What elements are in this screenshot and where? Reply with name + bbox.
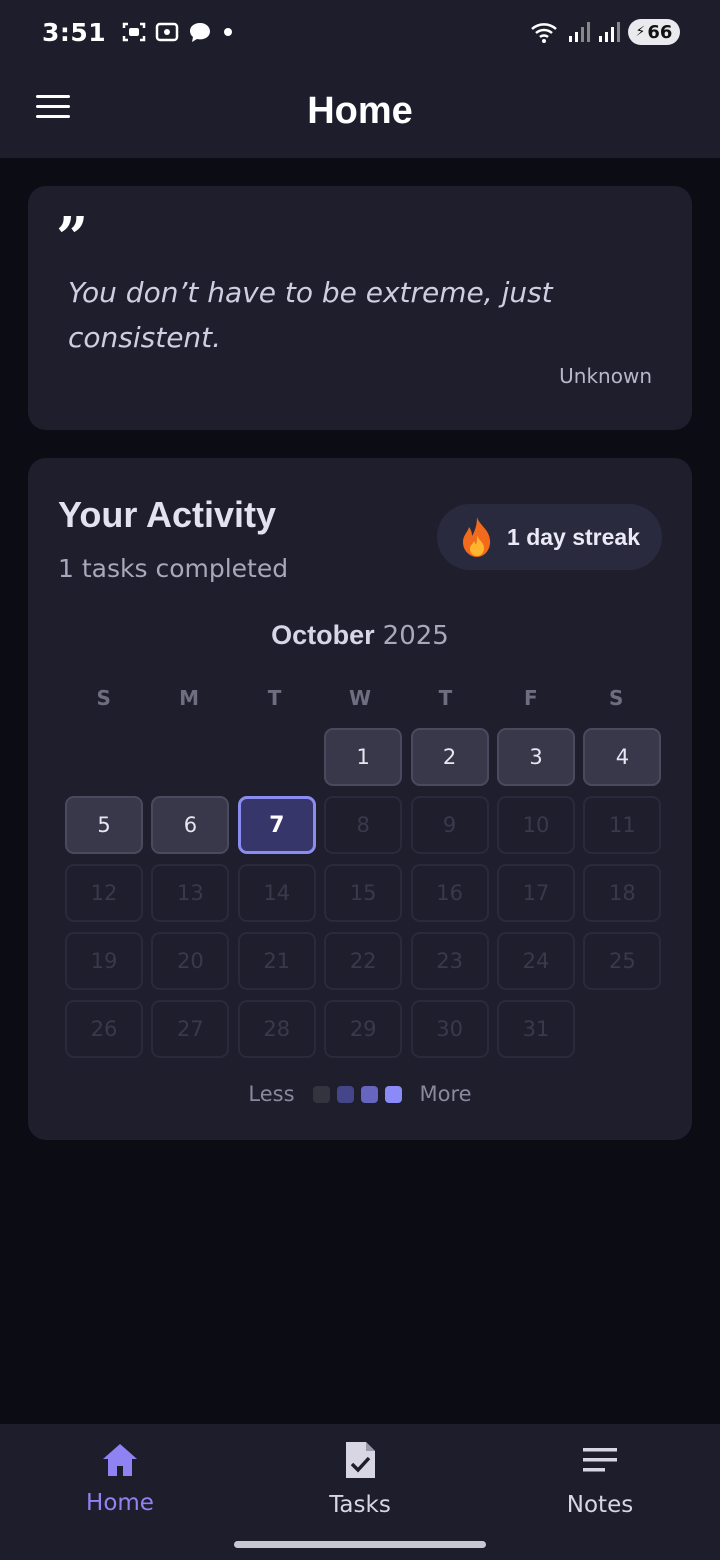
calendar-day[interactable]: 22 — [324, 932, 403, 990]
quote-author: Unknown — [559, 364, 652, 388]
calendar-day[interactable]: 24 — [497, 932, 575, 990]
activity-title: Your Activity — [58, 494, 277, 535]
month-name: October — [271, 620, 375, 650]
calendar-day[interactable]: 6 — [151, 796, 230, 854]
calendar-day[interactable]: 7 — [237, 796, 316, 854]
signal-icon-2 — [599, 22, 620, 42]
nav-tasks-label: Tasks — [329, 1492, 391, 1518]
battery-indicator: ⚡ 66 — [628, 19, 680, 45]
calendar-day[interactable]: 11 — [583, 796, 662, 854]
calendar-day[interactable]: 30 — [410, 1000, 489, 1058]
calendar-day[interactable]: 1 — [324, 728, 403, 786]
calendar-day[interactable]: 18 — [583, 864, 662, 922]
weekday-header: S M T W T F S — [61, 686, 659, 710]
page-title: Home — [307, 89, 413, 132]
calendar-day[interactable]: 28 — [237, 1000, 316, 1058]
calendar-day[interactable]: 27 — [151, 1000, 230, 1058]
calendar-day[interactable]: 3 — [497, 728, 575, 786]
weekday-label: S — [96, 686, 111, 710]
month-year: 2025 — [382, 621, 449, 651]
calendar-day[interactable]: 4 — [583, 728, 662, 786]
battery-level: 66 — [647, 21, 673, 43]
calendar-day[interactable]: 8 — [324, 796, 403, 854]
activity-card: Your Activity 1 tasks completed 1 day st… — [28, 458, 692, 1140]
gesture-bar — [234, 1541, 486, 1548]
legend-swatch — [360, 1085, 378, 1103]
activity-legend: Less More — [28, 1082, 692, 1106]
menu-icon[interactable] — [36, 95, 70, 121]
calendar-month: October 2025 — [28, 620, 692, 651]
calendar-day[interactable]: 13 — [151, 864, 230, 922]
calendar-day[interactable]: 16 — [410, 864, 489, 922]
notes-icon — [582, 1438, 618, 1482]
calendar-day[interactable]: 20 — [151, 932, 230, 990]
app-bar: Home — [0, 64, 720, 158]
nav-tasks[interactable]: Tasks — [240, 1424, 480, 1560]
screenshot-icon — [122, 22, 146, 42]
calendar-day[interactable]: 26 — [65, 1000, 143, 1058]
fire-icon — [463, 517, 491, 557]
calendar-day[interactable]: 2 — [410, 728, 489, 786]
quote-text: You don’t have to be extreme, just consi… — [68, 276, 553, 354]
legend-less: Less — [248, 1082, 295, 1106]
nav-notes[interactable]: Notes — [480, 1424, 720, 1560]
streak-badge: 1 day streak — [437, 504, 662, 570]
calendar-day[interactable]: 21 — [237, 932, 316, 990]
calendar-day[interactable]: 10 — [497, 796, 575, 854]
calendar-day[interactable]: 15 — [324, 864, 403, 922]
activity-subtitle: 1 tasks completed — [58, 554, 289, 583]
wifi-icon — [531, 23, 557, 43]
calendar-day[interactable]: 25 — [583, 932, 662, 990]
weekday-label: M — [179, 686, 200, 710]
weekday-label: T — [438, 686, 453, 710]
streak-label: 1 day streak — [507, 523, 640, 550]
calendar-day[interactable]: 23 — [410, 932, 489, 990]
calendar-day[interactable]: 12 — [65, 864, 143, 922]
dot-icon — [224, 28, 233, 36]
charging-icon: ⚡ — [635, 24, 646, 40]
legend-swatch — [312, 1085, 330, 1103]
system-icons: ⚡ 66 — [530, 19, 680, 45]
quote-icon: ” — [56, 205, 89, 271]
status-bar: 3:51 ⚡ 66 — [0, 0, 720, 64]
calendar-day[interactable]: 14 — [237, 864, 316, 922]
screen-record-icon — [155, 22, 179, 42]
bottom-navigation: Home Tasks Notes — [0, 1424, 720, 1560]
weekday-label: W — [348, 686, 371, 710]
status-time: 3:51 — [42, 17, 107, 47]
calendar-day[interactable]: 5 — [65, 796, 143, 854]
calendar-day[interactable]: 17 — [497, 864, 575, 922]
legend-swatch — [336, 1085, 354, 1103]
tasks-icon — [343, 1438, 377, 1482]
nav-home[interactable]: Home — [0, 1424, 240, 1560]
legend-swatch — [384, 1085, 402, 1103]
calendar-day[interactable]: 19 — [65, 932, 143, 990]
home-icon — [101, 1438, 139, 1482]
signal-icon — [569, 22, 590, 42]
nav-home-label: Home — [86, 1490, 154, 1516]
weekday-label: F — [523, 686, 538, 710]
nav-notes-label: Notes — [566, 1492, 634, 1518]
calendar-day[interactable]: 9 — [410, 796, 489, 854]
chat-icon — [190, 23, 211, 42]
calendar-day[interactable]: 29 — [324, 1000, 403, 1058]
quote-card: ” You don’t have to be extreme, just con… — [28, 186, 692, 430]
legend-more: More — [419, 1082, 472, 1106]
calendar-day[interactable]: 31 — [497, 1000, 575, 1058]
weekday-label: T — [267, 686, 282, 710]
weekday-label: S — [609, 686, 624, 710]
notification-icons — [122, 21, 235, 43]
